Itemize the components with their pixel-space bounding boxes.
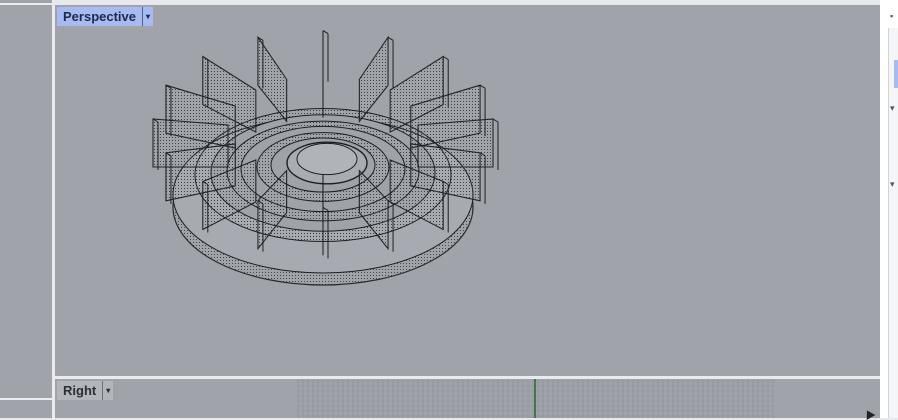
construction-grid bbox=[297, 379, 774, 418]
panel-expand-icon[interactable]: ▾ bbox=[890, 104, 895, 113]
viewport-menu-dropdown-icon[interactable]: ▾ bbox=[142, 7, 153, 26]
panel-tab-selected[interactable] bbox=[894, 60, 898, 88]
panel-scroll-icon[interactable]: ▾ bbox=[890, 180, 895, 189]
perspective-viewport-title[interactable]: Perspective bbox=[57, 7, 142, 26]
right-viewport-title[interactable]: Right bbox=[57, 381, 103, 400]
hub-bore-inner bbox=[296, 142, 358, 176]
left-viewport-border-bottom bbox=[0, 398, 52, 400]
perspective-viewport-tab[interactable]: Perspective ▾ bbox=[57, 7, 153, 26]
impeller-blade bbox=[358, 35, 389, 123]
right-viewport[interactable]: Right ▾ bbox=[55, 379, 880, 418]
perspective-viewport[interactable]: Perspective ▾ bbox=[55, 5, 880, 376]
viewport-menu-dropdown-icon[interactable]: ▾ bbox=[102, 381, 114, 400]
blade-edge bbox=[442, 56, 449, 60]
left-viewport-border-top bbox=[0, 3, 52, 5]
right-viewport-tab[interactable]: Right ▾ bbox=[57, 381, 114, 400]
blade-edge bbox=[387, 36, 394, 41]
blade-edge bbox=[322, 30, 329, 35]
blade-edge bbox=[479, 84, 486, 89]
left-viewport[interactable] bbox=[0, 0, 52, 418]
impeller-model bbox=[152, 30, 499, 286]
blade-edge bbox=[492, 118, 499, 123]
properties-panel[interactable]: ▪ ▾ ▾ bbox=[880, 0, 898, 418]
panel-corner-icon[interactable]: ▪ bbox=[890, 12, 893, 21]
impeller-blade bbox=[257, 35, 288, 123]
